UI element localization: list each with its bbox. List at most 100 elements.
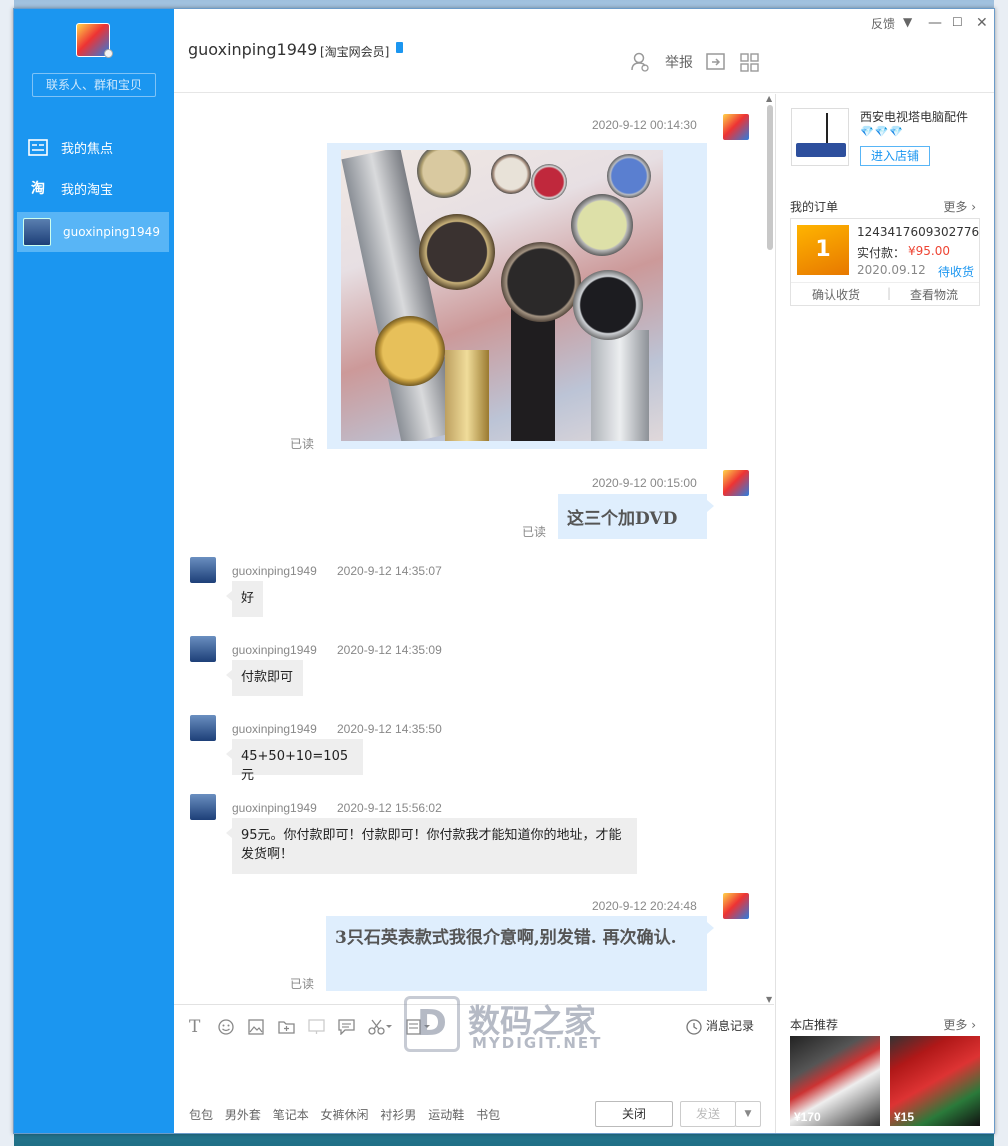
my-avatar[interactable]	[76, 23, 113, 58]
message-bubble[interactable]: 95元。你付款即可！付款即可！你付款我才能知道你的地址，才能发货啊！	[226, 818, 637, 874]
category-link[interactable]: 包包	[189, 1108, 213, 1122]
order-date: 2020.09.12	[857, 263, 926, 277]
category-link[interactable]: 女裤休闲	[321, 1108, 369, 1122]
share-icon[interactable]	[706, 53, 726, 71]
product-card[interactable]: ¥170	[790, 1036, 880, 1126]
mobile-icon	[396, 42, 403, 53]
sender-name: guoxinping1949	[232, 801, 317, 815]
contact-avatar-small	[190, 557, 216, 583]
category-link[interactable]: 笔记本	[273, 1108, 309, 1122]
category-link[interactable]: 男外套	[225, 1108, 261, 1122]
shop-name[interactable]: 西安电视塔电脑配件	[860, 108, 968, 125]
sender-name: guoxinping1949	[232, 722, 317, 736]
screenshot-cut-icon[interactable]	[368, 1019, 392, 1035]
clock-icon	[686, 1019, 702, 1035]
close-button[interactable]: 关闭	[595, 1101, 673, 1127]
chat-window: 联系人、群和宝贝 我的焦点 淘 我的淘宝 guoxinping1949 guox…	[13, 8, 995, 1134]
search-input[interactable]: 联系人、群和宝贝	[32, 73, 156, 97]
scroll-down-icon[interactable]: ▼	[766, 995, 772, 1004]
watermark-logo: D	[404, 996, 460, 1052]
shop-logo[interactable]	[791, 108, 849, 166]
contact-avatar-small	[190, 636, 216, 662]
message-bubble[interactable]: 45+50+10=105元	[226, 739, 363, 783]
message-bubble[interactable]: 3只石英表款式我很介意啊,别发错. 再次确认.	[326, 916, 714, 991]
online-status-icon	[104, 49, 113, 58]
taobao-icon: 淘	[31, 181, 45, 197]
product-price: ¥170	[794, 1110, 821, 1124]
sidebar-item-label: 我的焦点	[61, 141, 114, 157]
message-time: 2020-9-12 14:35:07	[337, 564, 442, 578]
close-icon[interactable]: ✕	[976, 15, 988, 31]
message-bubble[interactable]: 付款即可	[226, 660, 303, 696]
order-status: 待收货	[938, 265, 975, 279]
paid-amount: ¥95.00	[908, 244, 950, 258]
orders-more-link[interactable]: 更多 ›	[943, 198, 976, 215]
diamond-rating-icon: 💎💎💎	[860, 125, 905, 138]
apps-grid-icon[interactable]	[740, 53, 759, 72]
message-time: 2020-9-12 20:24:48	[592, 899, 697, 913]
view-logistics-button[interactable]: 查看物流	[910, 286, 958, 303]
screen-icon[interactable]	[308, 1019, 325, 1035]
contact-avatar	[23, 218, 51, 246]
chat-scrollbar[interactable]: ▲ ▼	[765, 94, 775, 1004]
recommend-more-link[interactable]: 更多 ›	[943, 1016, 976, 1033]
recommend-title: 本店推荐	[790, 1018, 839, 1032]
product-card[interactable]: ¥15	[890, 1036, 980, 1126]
desktop-left-strip	[0, 0, 14, 1146]
message-time: 2020-9-12 14:35:50	[337, 722, 442, 736]
contact-avatar-small	[190, 715, 216, 741]
image-message[interactable]	[327, 143, 707, 449]
order-id: 12434176093027764	[857, 225, 979, 239]
message-time: 2020-9-12 00:14:30	[592, 118, 697, 132]
sender-name: guoxinping1949	[232, 643, 317, 657]
read-status: 已读	[290, 977, 315, 991]
category-link[interactable]: 运动鞋	[428, 1108, 464, 1122]
menu-dropdown-icon[interactable]: ▼	[903, 15, 912, 29]
send-options-dropdown[interactable]: ▼	[735, 1101, 761, 1127]
user-profile-icon[interactable]	[630, 52, 650, 72]
image-icon[interactable]	[248, 1019, 264, 1035]
watermark-subtext: MYDIGIT.NET	[472, 1034, 603, 1052]
desktop-right-strip	[994, 0, 1008, 1146]
message-template-icon[interactable]	[338, 1019, 355, 1035]
message-time: 2020-9-12 15:56:02	[337, 801, 442, 815]
scroll-thumb[interactable]	[767, 105, 773, 250]
message-time: 2020-9-12 14:35:09	[337, 643, 442, 657]
minimize-icon[interactable]: —	[928, 15, 942, 31]
report-button[interactable]: 举报	[665, 52, 693, 72]
sidebar-item-contact[interactable]: guoxinping1949	[17, 212, 169, 252]
message-bubble[interactable]: 这三个加DVD	[558, 494, 714, 539]
send-button[interactable]: 发送	[680, 1101, 736, 1127]
category-link[interactable]: 书包	[476, 1108, 500, 1122]
watches-photo[interactable]	[341, 150, 663, 441]
sidebar-item-taobao[interactable]: 淘 我的淘宝	[28, 171, 160, 205]
emoji-icon[interactable]	[218, 1019, 234, 1035]
read-status: 已读	[522, 525, 547, 539]
contact-name: guoxinping1949	[188, 40, 318, 59]
message-bubble[interactable]: 好	[226, 581, 263, 617]
feedback-link[interactable]: 反馈	[871, 15, 895, 32]
my-avatar-small	[723, 114, 749, 140]
font-icon[interactable]: T	[189, 1017, 200, 1037]
folder-icon[interactable]	[278, 1019, 295, 1035]
read-status: 已读	[290, 437, 315, 451]
message-time: 2020-9-12 00:15:00	[592, 476, 697, 490]
scroll-up-icon[interactable]: ▲	[766, 94, 772, 103]
contact-avatar-small	[190, 794, 216, 820]
confirm-receipt-button[interactable]: 确认收货	[812, 286, 860, 303]
order-card[interactable]: 1 12434176093027764 实付款： ¥95.00 2020.09.…	[790, 218, 980, 306]
message-history-link[interactable]: 消息记录	[706, 1017, 754, 1034]
sidebar-item-label: 我的淘宝	[61, 182, 114, 198]
sidebar-item-label: guoxinping1949	[63, 225, 160, 239]
paid-label: 实付款：	[857, 246, 906, 260]
category-link[interactable]: 衬衫男	[380, 1108, 416, 1122]
category-links: 包包 男外套 笔记本 女裤休闲 衬衫男 运动鞋 书包	[189, 1106, 508, 1123]
maximize-icon[interactable]: ☐	[952, 15, 963, 29]
sidebar-item-focus[interactable]: 我的焦点	[28, 130, 160, 164]
chat-header: guoxinping1949 [淘宝网会员] 反馈 ▼ — ☐ ✕ 举报	[174, 9, 994, 93]
focus-icon	[28, 138, 48, 156]
sender-name: guoxinping1949	[232, 564, 317, 578]
enter-shop-button[interactable]: 进入店铺	[860, 146, 930, 166]
shop-panel: 西安电视塔电脑配件 💎💎💎 进入店铺 我的订单 更多 › 1 124341760…	[775, 94, 994, 1133]
order-thumbnail: 1	[797, 225, 849, 275]
